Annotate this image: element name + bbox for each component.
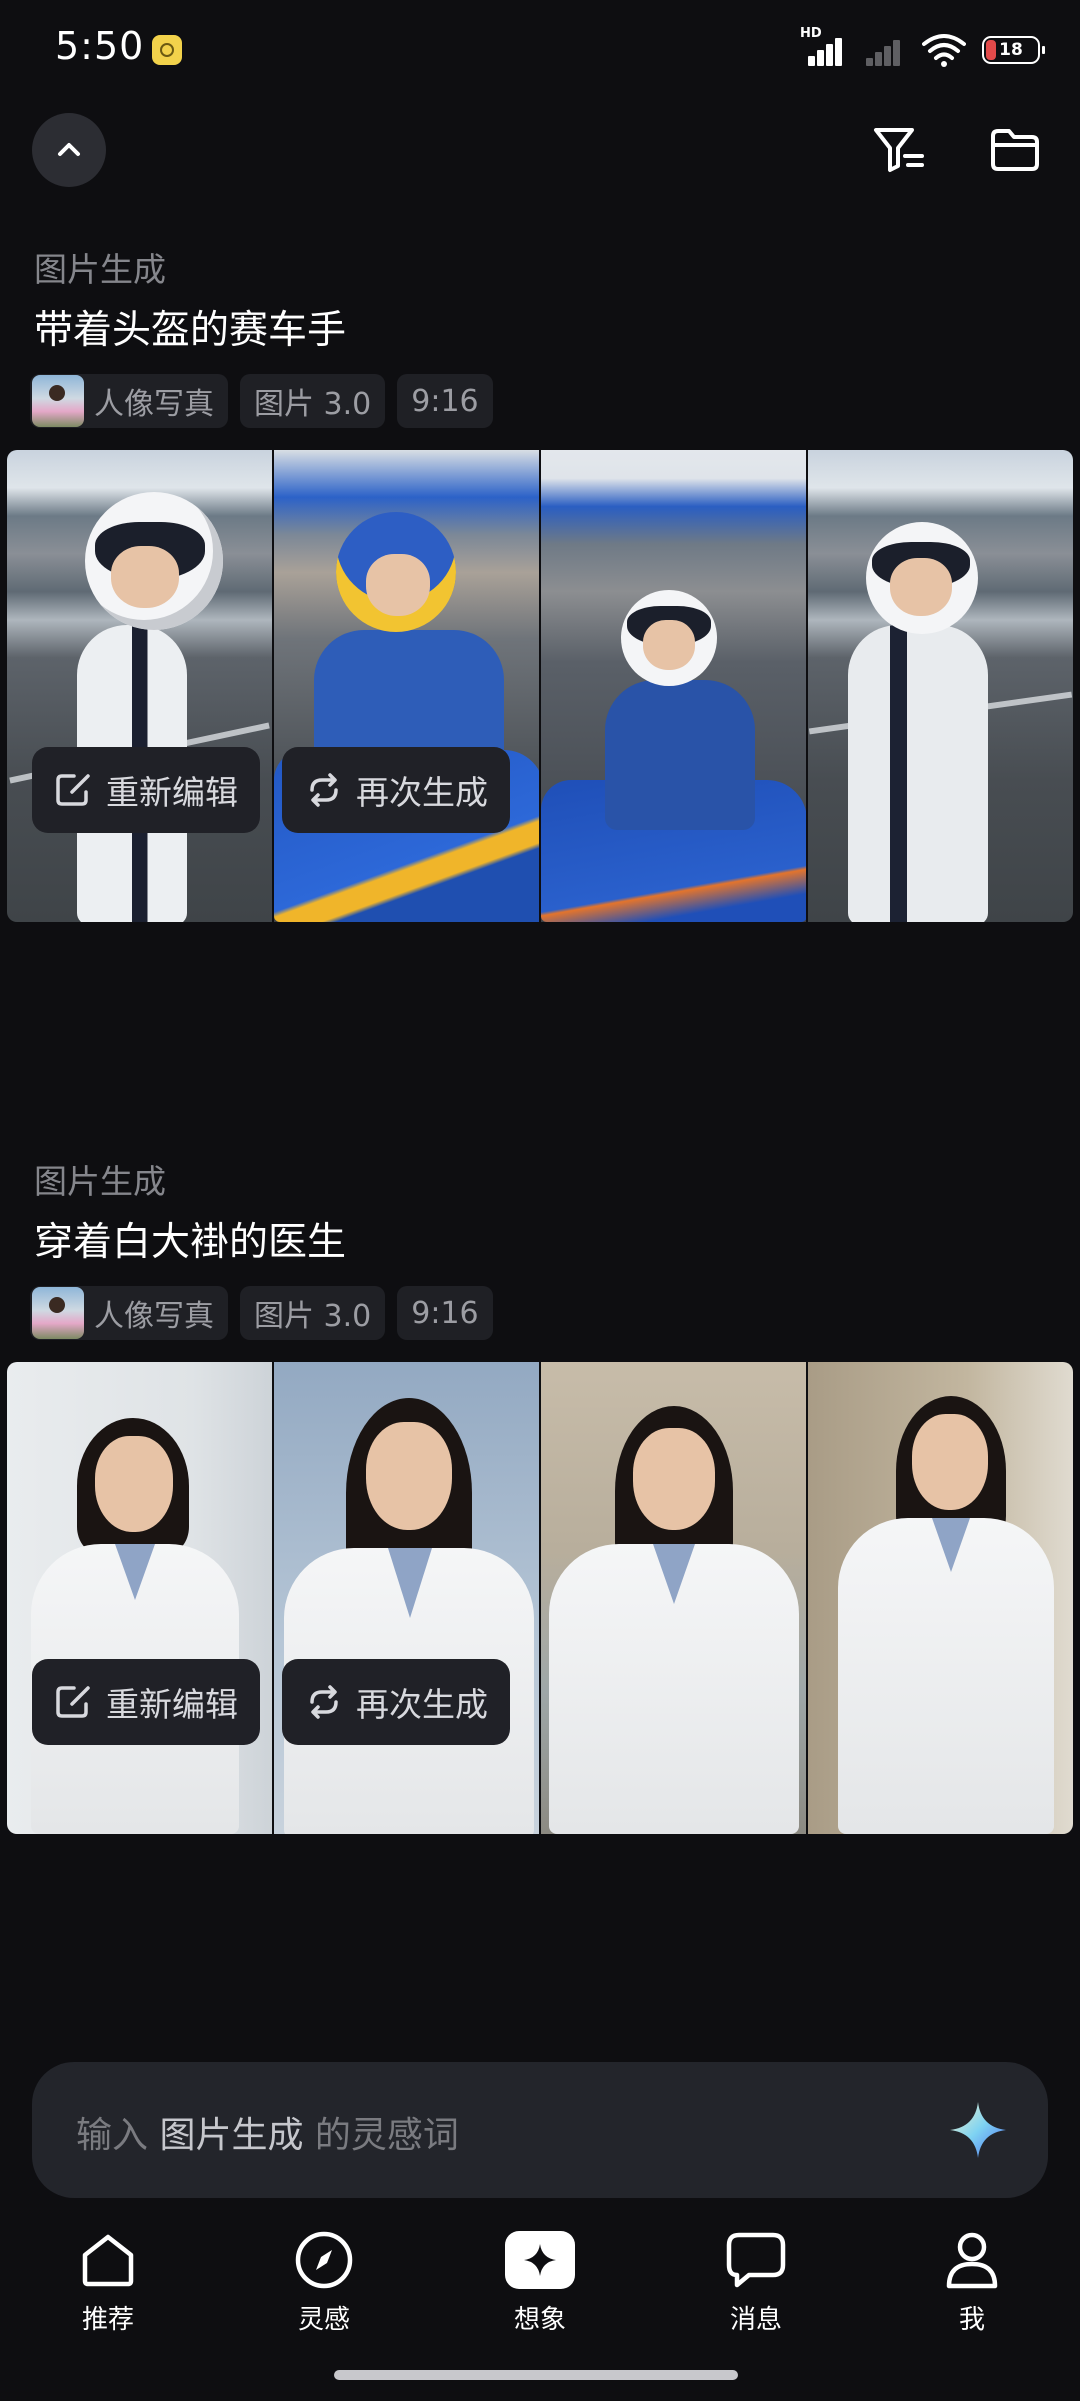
edit-icon xyxy=(56,774,90,806)
reedit-label: 重新编辑 xyxy=(106,1685,238,1724)
chat-icon xyxy=(726,2232,786,2288)
style-tag[interactable]: 人像写真 xyxy=(30,374,228,428)
sparkle-icon xyxy=(505,2231,575,2289)
mode-highlight: 图片生成 xyxy=(159,2115,304,2156)
generated-image[interactable] xyxy=(541,450,806,922)
nav-item-me[interactable]: 我 xyxy=(902,2225,1042,2336)
regenerate-button[interactable]: 再次生成 xyxy=(282,747,510,833)
nav-label: 消息 xyxy=(729,2305,782,2335)
signal-2-icon xyxy=(862,34,906,66)
compass-icon xyxy=(295,2231,353,2289)
generated-image[interactable] xyxy=(808,1362,1073,1834)
model-tag[interactable]: 图片 3.0 xyxy=(240,374,386,428)
folder-button[interactable] xyxy=(983,118,1047,182)
nav-label: 想象 xyxy=(513,2305,566,2335)
style-tag[interactable]: 人像写真 xyxy=(30,1286,228,1340)
chevron-up-icon xyxy=(58,143,80,156)
generated-image[interactable] xyxy=(7,1362,272,1834)
reedit-button[interactable]: 重新编辑 xyxy=(32,1659,260,1745)
status-bar: 5:50 HD 18 xyxy=(0,0,1080,100)
nav-item-imagine[interactable]: 想象 xyxy=(470,2225,610,2336)
regenerate-label: 再次生成 xyxy=(356,1685,488,1724)
generation-prompt[interactable]: 穿着白大褂的医生 xyxy=(34,1211,346,1267)
generation-card: 图片生成 穿着白大褂的医生 人像写真 图片 3.0 9:16 重新编辑 再次生成 xyxy=(0,1155,1080,1834)
image-grid xyxy=(7,450,1073,922)
filter-button[interactable] xyxy=(868,118,932,182)
prompt-placeholder: 输入 图片生成 的灵感词 xyxy=(76,2115,459,2156)
ratio-tag[interactable]: 9:16 xyxy=(397,1286,493,1340)
home-icon xyxy=(82,2234,134,2287)
generated-image[interactable] xyxy=(274,450,539,922)
home-indicator[interactable] xyxy=(334,2370,738,2380)
style-tag-label: 人像写真 xyxy=(94,1299,214,1334)
generation-card: 图片生成 带着头盔的赛车手 人像写真 图片 3.0 9:16 重新编辑 再次生成 xyxy=(0,243,1080,922)
ratio-tag[interactable]: 9:16 xyxy=(397,374,493,428)
edit-icon xyxy=(56,1686,90,1718)
generation-type: 图片生成 xyxy=(34,250,166,289)
battery-icon: 18 xyxy=(982,36,1045,64)
notification-icon xyxy=(152,35,182,65)
regenerate-label: 再次生成 xyxy=(356,773,488,812)
generated-image[interactable] xyxy=(541,1362,806,1834)
regenerate-button[interactable]: 再次生成 xyxy=(282,1659,510,1745)
generation-actions: 重新编辑 再次生成 xyxy=(32,1659,510,1745)
reedit-label: 重新编辑 xyxy=(106,773,238,812)
nav-item-home[interactable]: 推荐 xyxy=(38,2225,178,2336)
filter-icon xyxy=(874,128,924,172)
folder-icon xyxy=(991,129,1039,171)
style-thumbnail xyxy=(32,375,84,427)
style-tag-label: 人像写真 xyxy=(94,387,214,422)
generated-image[interactable] xyxy=(274,1362,539,1834)
person-icon xyxy=(946,2232,998,2289)
wifi-icon xyxy=(922,34,966,67)
prompt-input[interactable]: 输入 图片生成 的灵感词 xyxy=(32,2062,1048,2198)
nav-label: 推荐 xyxy=(81,2305,134,2335)
bottom-nav: 推荐 灵感 想象 消息 我 xyxy=(0,2225,1080,2345)
refresh-icon xyxy=(310,1685,338,1719)
reedit-button[interactable]: 重新编辑 xyxy=(32,747,260,833)
generated-image[interactable] xyxy=(808,450,1073,922)
battery-level: 18 xyxy=(999,40,1023,60)
sparkle-icon[interactable] xyxy=(948,2100,1008,2160)
nav-item-messages[interactable]: 消息 xyxy=(686,2225,826,2336)
status-time: 5:50 xyxy=(55,24,145,68)
refresh-icon xyxy=(310,773,338,807)
nav-label: 灵感 xyxy=(297,2305,350,2335)
generation-type: 图片生成 xyxy=(34,1162,166,1201)
nav-label: 我 xyxy=(958,2305,985,2335)
model-tag[interactable]: 图片 3.0 xyxy=(240,1286,386,1340)
image-grid xyxy=(7,1362,1073,1834)
style-thumbnail xyxy=(32,1287,84,1339)
collapse-button[interactable] xyxy=(32,113,106,187)
nav-item-inspiration[interactable]: 灵感 xyxy=(254,2225,394,2336)
generation-tags: 人像写真 图片 3.0 9:16 xyxy=(30,374,493,428)
generated-image[interactable] xyxy=(7,450,272,922)
app-screen: 5:50 HD 18 图片生成 带着头盔的赛车手 人像写真 图片 3.0 9:1… xyxy=(0,0,1080,2401)
signal-icon: HD xyxy=(800,26,846,66)
generation-prompt[interactable]: 带着头盔的赛车手 xyxy=(34,299,346,355)
generation-tags: 人像写真 图片 3.0 9:16 xyxy=(30,1286,493,1340)
generation-actions: 重新编辑 再次生成 xyxy=(32,747,510,833)
hd-label: HD xyxy=(800,26,822,41)
status-indicators: HD 18 xyxy=(800,26,1045,72)
